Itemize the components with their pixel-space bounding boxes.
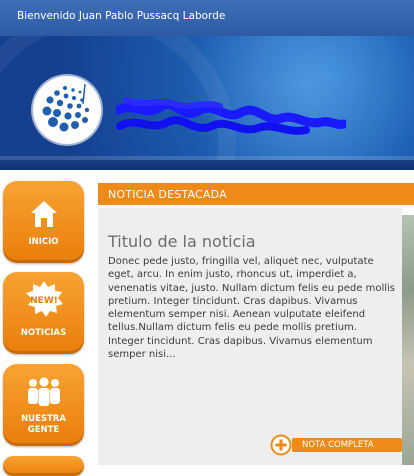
nav-button-noticias[interactable]: NEW! NOTICIAS: [3, 272, 84, 354]
read-full-note-label: NOTA COMPLETA: [302, 440, 374, 450]
news-body: Donec pede justo, fringilla vel, aliquet…: [108, 256, 396, 361]
featured-section-title: NOTICIA DESTACADA: [108, 188, 227, 201]
plus-circle-icon: [270, 434, 292, 456]
read-full-note-button[interactable]: NOTA COMPLETA: [270, 434, 402, 456]
welcome-text: Bienvenido Juan Pablo Pussacq Laborde: [17, 10, 226, 22]
people-icon: [27, 377, 60, 406]
read-full-note-pill: NOTA COMPLETA: [292, 438, 402, 452]
header-banner: [0, 36, 414, 170]
redacted-logo-text: [116, 97, 346, 135]
nav-button-inicio[interactable]: INICIO: [3, 181, 84, 263]
new-badge-text: NEW!: [30, 296, 58, 306]
new-badge-icon: NEW!: [25, 281, 63, 317]
dots-logo-icon: [42, 83, 90, 132]
nav-label-inicio: INICIO: [28, 237, 59, 247]
side-photo-strip: [402, 215, 414, 465]
news-title[interactable]: Titulo de la noticia: [108, 232, 256, 251]
featured-news-card: Titulo de la noticia Donec pede justo, f…: [98, 208, 402, 465]
top-bar: Bienvenido Juan Pablo Pussacq Laborde: [0, 0, 414, 36]
featured-section-header: NOTICIA DESTACADA: [98, 183, 414, 205]
nav-label-nuestra-gente: NUESTRA GENTE: [21, 414, 66, 435]
banner-divider: [0, 160, 414, 170]
company-logo: [33, 76, 101, 144]
nav-label-noticias: NOTICIAS: [20, 328, 67, 338]
nav-button-next[interactable]: [3, 456, 84, 476]
home-icon: [30, 201, 57, 227]
nav-button-nuestra-gente[interactable]: NUESTRA GENTE: [3, 364, 84, 446]
